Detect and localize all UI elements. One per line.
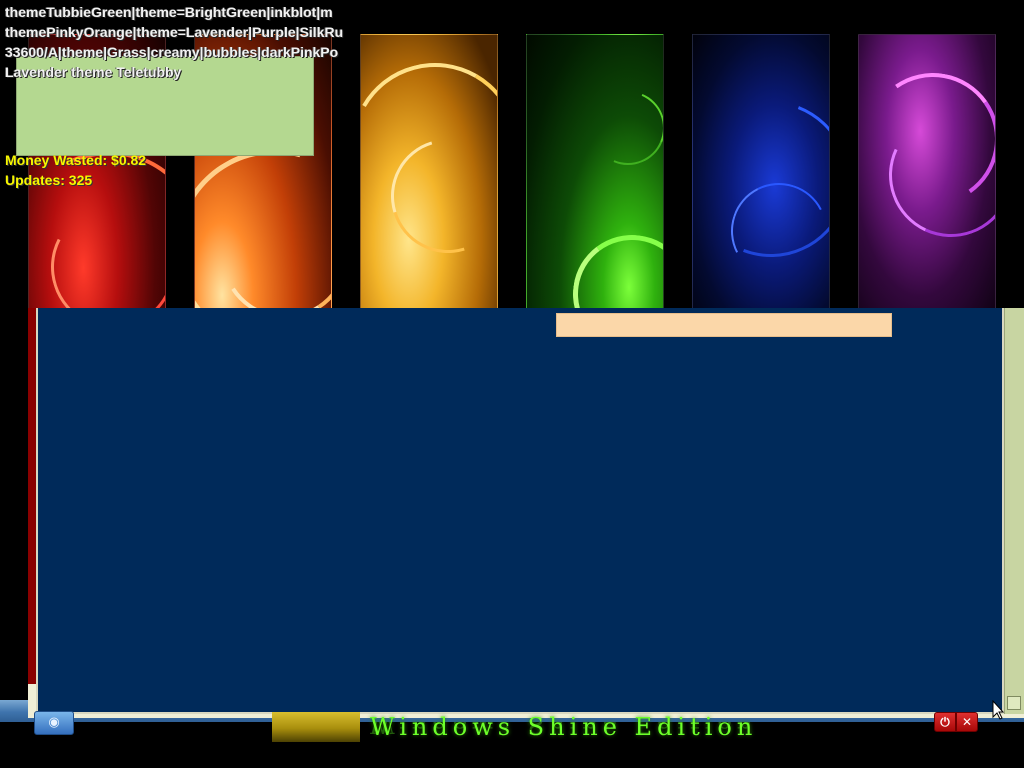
green-swirl-shape (579, 79, 663, 177)
mouse-pointer-icon (992, 700, 1004, 720)
theme-text-line: Lavender theme Teletubby (5, 64, 182, 80)
wallpaper-panel-purple (858, 34, 996, 310)
theme-text-overlay: themeTubbieGreen|theme=BrightGreen|inkbl… (5, 2, 397, 82)
scrollbar-grip[interactable] (1007, 696, 1021, 710)
wallpaper-panel-green (526, 34, 664, 310)
main-window[interactable] (28, 308, 1024, 718)
money-wasted-label: Money Wasted: $0.82 (5, 152, 147, 168)
window-left-edge (28, 308, 36, 684)
start-button[interactable]: ◉ (34, 711, 74, 735)
power-icon: ⏻ (940, 715, 950, 729)
start-orb-icon: ◉ (48, 715, 60, 730)
brand-title: Windows Shine Edition (370, 713, 758, 741)
brand-thumbnail (272, 712, 360, 742)
close-button[interactable]: ✕ (956, 712, 978, 732)
updates-label: Updates: 325 (5, 172, 93, 188)
vertical-scrollbar[interactable] (1004, 308, 1024, 714)
theme-text-line: themePinkyOrange|theme=Lavender|Purple|S… (5, 24, 344, 40)
stats-panel: Money Wasted: $0.82 Updates: 325 (5, 150, 146, 190)
green-swirl-shape (565, 227, 663, 309)
desktop: themeTubbieGreen|theme=BrightGreen|inkbl… (0, 0, 1024, 768)
power-button[interactable]: ⏻ (934, 712, 956, 732)
window-content-area[interactable] (36, 308, 1004, 714)
theme-text-line: themeTubbieGreen|theme=BrightGreen|inkbl… (5, 4, 333, 20)
system-tray-buttons: ⏻ ✕ (932, 712, 988, 732)
header-bar[interactable] (556, 313, 892, 337)
close-icon: ✕ (961, 715, 973, 729)
theme-text-line: 33600/A|theme|Grass|creamy|bubbles|darkP… (5, 44, 339, 60)
wallpaper-panel-blue (692, 34, 830, 310)
